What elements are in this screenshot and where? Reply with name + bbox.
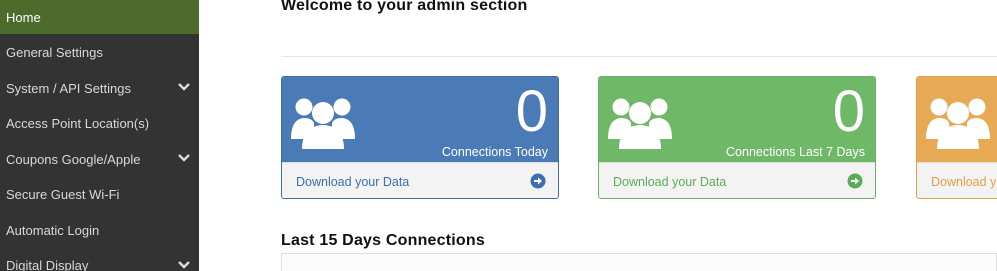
sidebar-item-label: General Settings bbox=[6, 45, 103, 61]
stat-panel-today: 0 Connections Today Download your Data bbox=[281, 76, 559, 199]
arrow-circle-right-icon[interactable] bbox=[847, 173, 863, 189]
download-data-link[interactable]: Download your Data bbox=[613, 175, 726, 189]
sidebar-item-system-api-settings[interactable]: System / API Settings bbox=[0, 71, 199, 107]
sidebar-item-label: Home bbox=[6, 9, 41, 25]
sidebar-item-label: Automatic Login bbox=[6, 222, 100, 238]
page-title: Welcome to your admin section bbox=[281, 0, 528, 14]
stat-caption: Connections Last 7 Days bbox=[726, 145, 865, 159]
sidebar-item-label: Digital Display bbox=[6, 258, 89, 271]
chevron-down-icon bbox=[178, 83, 190, 92]
sidebar-item-home[interactable]: Home bbox=[0, 0, 199, 34]
sidebar-item-label: Coupons Google/Apple bbox=[6, 151, 141, 167]
stat-caption: Connections Today bbox=[441, 145, 548, 159]
sidebar-item-label: Secure Guest Wi-Fi bbox=[6, 187, 120, 203]
stat-count: 0 bbox=[832, 79, 865, 144]
download-link-row[interactable]: Download your Data bbox=[599, 162, 875, 198]
sidebar-item-label: System / API Settings bbox=[6, 80, 131, 96]
sidebar-item-automatic-login[interactable]: Automatic Login bbox=[0, 213, 199, 249]
download-data-link[interactable]: Download your Data bbox=[296, 175, 409, 189]
download-link-row[interactable]: Download y bbox=[917, 162, 997, 198]
download-link-row[interactable]: Download your Data bbox=[282, 162, 558, 198]
chevron-down-icon bbox=[178, 260, 190, 269]
users-icon bbox=[608, 98, 672, 149]
arrow-circle-right-icon[interactable] bbox=[530, 173, 546, 189]
users-icon bbox=[291, 98, 355, 149]
stat-panel-header bbox=[917, 77, 997, 162]
sidebar-item-access-point-locations[interactable]: Access Point Location(s) bbox=[0, 106, 199, 142]
section-title: Last 15 Days Connections bbox=[281, 232, 485, 249]
sidebar-item-digital-display[interactable]: Digital Display bbox=[0, 248, 199, 271]
download-data-link[interactable]: Download y bbox=[931, 175, 996, 189]
sidebar-item-general-settings[interactable]: General Settings bbox=[0, 35, 199, 71]
sidebar-item-secure-guest-wifi[interactable]: Secure Guest Wi-Fi bbox=[0, 177, 199, 213]
sidebar: Home General Settings System / API Setti… bbox=[0, 0, 199, 271]
sidebar-item-coupons[interactable]: Coupons Google/Apple bbox=[0, 142, 199, 178]
stat-count: 0 bbox=[515, 79, 548, 144]
chevron-down-icon bbox=[178, 154, 190, 163]
sidebar-item-label: Access Point Location(s) bbox=[6, 116, 150, 132]
stat-panel-header: 0 Connections Today bbox=[282, 77, 558, 162]
stat-panel-last-7-days: 0 Connections Last 7 Days Download your … bbox=[598, 76, 876, 199]
divider bbox=[281, 56, 997, 57]
stat-panel-header: 0 Connections Last 7 Days bbox=[599, 77, 875, 162]
users-icon bbox=[926, 98, 990, 149]
stat-panel-third: Download y bbox=[916, 76, 997, 199]
connections-chart-container bbox=[281, 253, 997, 271]
